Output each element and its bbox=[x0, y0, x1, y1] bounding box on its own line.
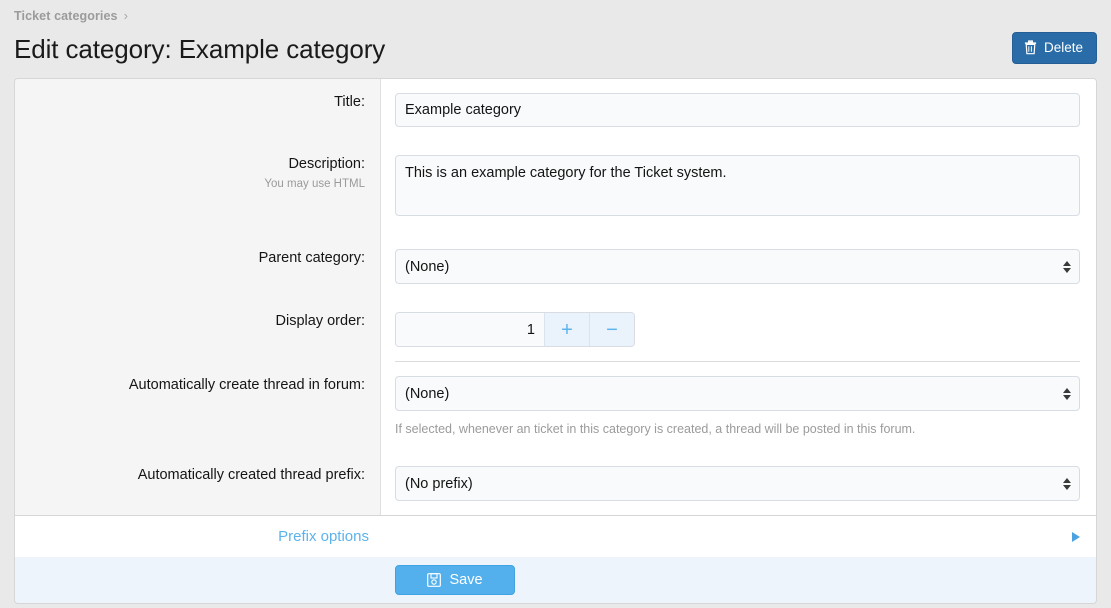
auto-thread-prefix-select[interactable]: (No prefix) bbox=[395, 466, 1080, 501]
triangle-right-icon[interactable] bbox=[1072, 532, 1080, 542]
parent-category-field-cell: (None) bbox=[381, 235, 1096, 298]
prefix-options-row[interactable]: Prefix options bbox=[15, 515, 1096, 557]
parent-category-select-wrap: (None) bbox=[395, 249, 1080, 284]
auto-thread-forum-label: Automatically create thread in forum: bbox=[15, 362, 381, 452]
description-field-cell: This is an example category for the Tick… bbox=[381, 141, 1096, 235]
title-label-text: Title: bbox=[334, 94, 365, 110]
page-header: Ticket categories › Edit category: Examp… bbox=[0, 0, 1111, 78]
parent-category-label-text: Parent category: bbox=[259, 250, 365, 266]
auto-thread-forum-select-wrap: (None) bbox=[395, 376, 1080, 411]
form-row-parent-category: Parent category: (None) bbox=[15, 235, 1096, 298]
save-disk-icon bbox=[427, 573, 441, 587]
display-order-label: Display order: bbox=[15, 298, 381, 362]
form-body: Title: Description: You may use HTML Thi… bbox=[15, 79, 1096, 515]
display-order-input[interactable] bbox=[396, 313, 544, 346]
auto-thread-prefix-label-text: Automatically created thread prefix: bbox=[138, 467, 365, 483]
edit-category-form: Title: Description: You may use HTML Thi… bbox=[14, 78, 1097, 557]
chevron-right-icon: › bbox=[124, 8, 128, 24]
save-button-label: Save bbox=[449, 572, 482, 588]
form-row-display-order: Display order: + − bbox=[15, 298, 1096, 362]
form-row-description: Description: You may use HTML This is an… bbox=[15, 141, 1096, 235]
display-order-decrement-button[interactable]: − bbox=[589, 313, 634, 346]
breadcrumb: Ticket categories › bbox=[14, 8, 1097, 24]
description-textarea[interactable]: This is an example category for the Tick… bbox=[395, 155, 1080, 216]
display-order-increment-button[interactable]: + bbox=[544, 313, 589, 346]
form-row-auto-thread-forum: Automatically create thread in forum: (N… bbox=[15, 362, 1096, 452]
form-row-title: Title: bbox=[15, 79, 1096, 141]
display-order-label-text: Display order: bbox=[276, 313, 365, 329]
display-order-stepper: + − bbox=[395, 312, 635, 347]
auto-thread-prefix-select-wrap: (No prefix) bbox=[395, 466, 1080, 501]
title-input[interactable] bbox=[395, 93, 1080, 127]
save-button[interactable]: Save bbox=[395, 565, 515, 595]
description-hint: You may use HTML bbox=[27, 177, 365, 191]
delete-button-label: Delete bbox=[1044, 41, 1083, 55]
breadcrumb-item-ticket-categories[interactable]: Ticket categories bbox=[14, 8, 118, 24]
prefix-options-link[interactable]: Prefix options bbox=[15, 528, 381, 545]
display-order-field-cell: + − bbox=[381, 298, 1096, 362]
parent-category-select[interactable]: (None) bbox=[395, 249, 1080, 284]
parent-category-label: Parent category: bbox=[15, 235, 381, 298]
auto-thread-forum-select[interactable]: (None) bbox=[395, 376, 1080, 411]
auto-thread-prefix-label: Automatically created thread prefix: bbox=[15, 452, 381, 515]
form-row-auto-thread-prefix: Automatically created thread prefix: (No… bbox=[15, 452, 1096, 515]
delete-button[interactable]: Delete bbox=[1012, 32, 1097, 64]
auto-thread-prefix-field-cell: (No prefix) bbox=[381, 452, 1096, 515]
title-label: Title: bbox=[15, 79, 381, 141]
form-footer: Save bbox=[14, 557, 1097, 604]
description-label-text: Description: bbox=[288, 156, 365, 172]
description-label: Description: You may use HTML bbox=[15, 141, 381, 235]
trash-icon bbox=[1024, 40, 1037, 55]
title-field-cell bbox=[381, 79, 1096, 141]
auto-thread-forum-label-text: Automatically create thread in forum: bbox=[129, 377, 365, 393]
page-title: Edit category: Example category bbox=[14, 32, 1097, 66]
auto-thread-forum-hint: If selected, whenever an ticket in this … bbox=[395, 421, 1080, 438]
auto-thread-forum-field-cell: (None) If selected, whenever an ticket i… bbox=[381, 362, 1096, 452]
